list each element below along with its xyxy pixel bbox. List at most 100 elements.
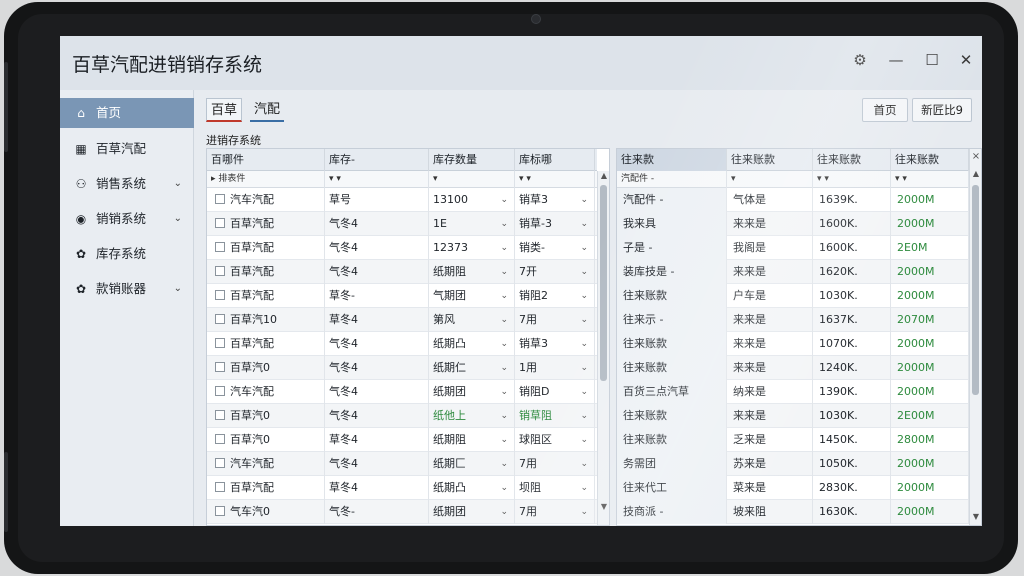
chevron-down-icon[interactable]: ⌄ <box>500 308 508 332</box>
table-cell[interactable]: 汽车汽配 <box>207 380 325 404</box>
tab-baicao[interactable]: 百草 <box>206 98 242 122</box>
row-checkbox[interactable] <box>215 290 225 300</box>
column-header[interactable]: 往来账款 <box>891 149 969 171</box>
column-filter[interactable]: 汽配件 - <box>617 171 727 188</box>
row-checkbox[interactable] <box>215 218 225 228</box>
column-header[interactable]: 库存数量 <box>429 149 515 171</box>
chevron-down-icon[interactable]: ⌄ <box>580 404 588 428</box>
chevron-down-icon[interactable]: ⌄ <box>500 428 508 452</box>
column-header[interactable]: 往来账款 <box>813 149 891 171</box>
chevron-down-icon[interactable]: ⌄ <box>500 284 508 308</box>
column-filter[interactable]: ▾ ▾ <box>515 171 595 188</box>
row-checkbox[interactable] <box>215 314 225 324</box>
row-checkbox[interactable] <box>215 266 225 276</box>
minimize-button[interactable]: — <box>882 46 910 74</box>
table-cell[interactable]: 百草汽配 <box>207 476 325 500</box>
maximize-button[interactable]: ☐ <box>918 46 946 74</box>
column-filter[interactable]: ▾ ▾ <box>891 171 969 188</box>
chevron-down-icon[interactable]: ⌄ <box>580 380 588 404</box>
row-checkbox[interactable] <box>215 242 225 252</box>
vertical-scrollbar[interactable]: × ▲ ▼ <box>969 149 981 525</box>
column-filter[interactable]: ▾ <box>727 171 813 188</box>
chevron-down-icon[interactable]: ⌄ <box>500 260 508 284</box>
chevron-down-icon[interactable]: ⌄ <box>580 500 588 524</box>
table-cell[interactable]: 百草汽配 <box>207 236 325 260</box>
table-cell[interactable]: 百草汽10 <box>207 308 325 332</box>
chevron-down-icon[interactable]: ⌄ <box>580 332 588 356</box>
table-cell[interactable]: 汽车汽配 <box>207 188 325 212</box>
row-checkbox[interactable] <box>215 386 225 396</box>
sidebar-item[interactable]: ✿ 库存系统 <box>60 239 194 269</box>
row-checkbox[interactable] <box>215 482 225 492</box>
close-button[interactable]: ✕ <box>952 46 980 74</box>
row-checkbox[interactable] <box>215 362 225 372</box>
row-checkbox[interactable] <box>215 458 225 468</box>
chevron-down-icon[interactable]: ⌄ <box>580 236 588 260</box>
cell-text: 纸期仁 <box>433 361 466 374</box>
scroll-up-icon[interactable]: ▲ <box>970 169 982 178</box>
chevron-down-icon[interactable]: ⌄ <box>174 204 182 234</box>
row-checkbox[interactable] <box>215 338 225 348</box>
chevron-down-icon[interactable]: ⌄ <box>500 380 508 404</box>
chevron-down-icon[interactable]: ⌄ <box>500 236 508 260</box>
chevron-down-icon[interactable]: ⌄ <box>500 188 508 212</box>
chevron-down-icon[interactable]: ⌄ <box>500 476 508 500</box>
chevron-down-icon[interactable]: ⌄ <box>174 169 182 199</box>
column-filter[interactable]: ▾ <box>429 171 515 188</box>
chevron-down-icon[interactable]: ⌄ <box>580 308 588 332</box>
sidebar-item[interactable]: ⌂ 首页 <box>60 98 194 128</box>
vertical-scrollbar[interactable]: ▲ ▼ <box>597 171 609 525</box>
settings-icon[interactable]: ⚙ <box>846 46 874 74</box>
column-filter[interactable]: ▸ 排表件 <box>207 171 325 188</box>
table-cell[interactable]: 百草汽配 <box>207 284 325 308</box>
table-cell[interactable]: 百草汽0 <box>207 404 325 428</box>
scroll-down-icon[interactable]: ▼ <box>598 502 610 511</box>
chevron-down-icon[interactable]: ⌄ <box>580 452 588 476</box>
row-checkbox[interactable] <box>215 410 225 420</box>
chevron-down-icon[interactable]: ⌄ <box>500 212 508 236</box>
chevron-down-icon[interactable]: ⌄ <box>500 500 508 524</box>
chevron-down-icon[interactable]: ⌄ <box>174 274 182 304</box>
column-header[interactable]: 库存- <box>325 149 429 171</box>
sidebar-item[interactable]: ✿ 款销账器 ⌄ <box>60 274 194 304</box>
sidebar-item[interactable]: ◉ 销销系统 ⌄ <box>60 204 194 234</box>
chevron-down-icon[interactable]: ⌄ <box>580 260 588 284</box>
chevron-down-icon[interactable]: ⌄ <box>580 284 588 308</box>
table-cell[interactable]: 百草汽0 <box>207 356 325 380</box>
column-header[interactable]: 往来账款 <box>727 149 813 171</box>
column-header[interactable]: 百哪件 <box>207 149 325 171</box>
row-checkbox[interactable] <box>215 194 225 204</box>
tab-qipei[interactable]: 汽配 <box>250 98 284 122</box>
new-button[interactable]: 新匠比9 <box>912 98 972 122</box>
column-header[interactable]: 库标哪 <box>515 149 595 171</box>
table-cell[interactable]: 百草汽配 <box>207 260 325 284</box>
scroll-up-icon[interactable]: ▲ <box>598 171 610 180</box>
chevron-down-icon[interactable]: ⌄ <box>500 356 508 380</box>
column-filter[interactable]: ▾ ▾ <box>325 171 429 188</box>
chevron-down-icon[interactable]: ⌄ <box>580 356 588 380</box>
chevron-down-icon[interactable]: ⌄ <box>500 404 508 428</box>
sidebar-item[interactable]: ⚇ 销售系统 ⌄ <box>60 169 194 199</box>
close-icon[interactable]: × <box>970 151 982 162</box>
row-checkbox[interactable] <box>215 434 225 444</box>
chevron-down-icon[interactable]: ⌄ <box>580 212 588 236</box>
table-cell: 草冬- <box>325 284 429 308</box>
chevron-down-icon[interactable]: ⌄ <box>580 476 588 500</box>
table-cell[interactable]: 百草汽配 <box>207 212 325 236</box>
row-checkbox[interactable] <box>215 506 225 516</box>
chevron-down-icon[interactable]: ⌄ <box>500 452 508 476</box>
scroll-thumb[interactable] <box>600 185 607 381</box>
column-header[interactable]: 往来款 <box>617 149 727 171</box>
home-button[interactable]: 首页 <box>862 98 908 122</box>
sidebar-item[interactable]: ▦ 百草汽配 <box>60 134 194 164</box>
table-cell[interactable]: 气车汽0 <box>207 500 325 524</box>
chevron-down-icon[interactable]: ⌄ <box>580 188 588 212</box>
chevron-down-icon[interactable]: ⌄ <box>580 428 588 452</box>
column-filter[interactable]: ▾ ▾ <box>813 171 891 188</box>
table-cell[interactable]: 百草汽配 <box>207 332 325 356</box>
scroll-thumb[interactable] <box>972 185 979 395</box>
table-cell[interactable]: 汽车汽配 <box>207 452 325 476</box>
table-cell[interactable]: 百草汽0 <box>207 428 325 452</box>
scroll-down-icon[interactable]: ▼ <box>970 512 982 521</box>
chevron-down-icon[interactable]: ⌄ <box>500 332 508 356</box>
